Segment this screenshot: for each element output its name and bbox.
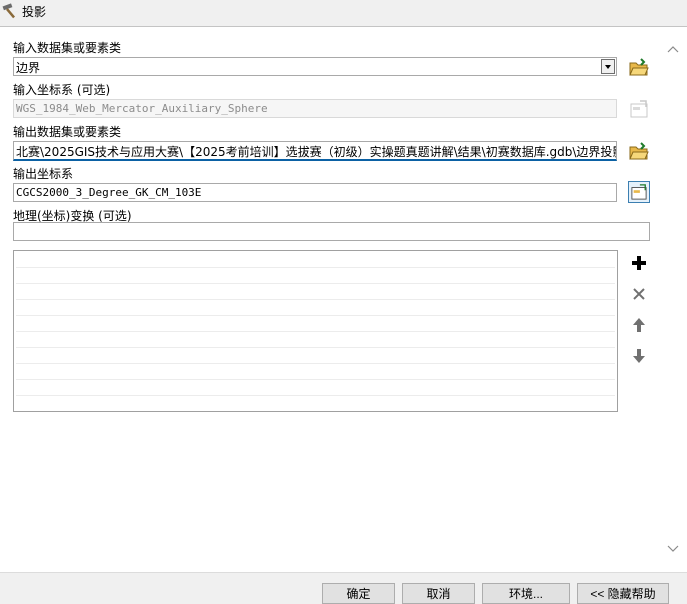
list-row-divider xyxy=(16,379,615,380)
environments-button[interactable]: 环境... xyxy=(482,583,570,604)
title-bar: 投影 xyxy=(0,0,687,27)
list-row-divider xyxy=(16,347,615,348)
vertical-scrollbar[interactable] xyxy=(661,28,687,572)
ok-button[interactable]: 确定 xyxy=(322,583,395,604)
add-transformation-button[interactable] xyxy=(628,252,650,274)
move-up-button[interactable] xyxy=(628,314,650,336)
cancel-button[interactable]: 取消 xyxy=(402,583,475,604)
hammer-icon xyxy=(2,3,16,19)
move-down-button[interactable] xyxy=(628,345,650,367)
browse-output-button[interactable] xyxy=(628,140,650,162)
input-cs-field: WGS_1984_Web_Mercator_Auxiliary_Sphere xyxy=(13,99,617,118)
input-cs-label: 输入坐标系 (可选) xyxy=(13,83,111,97)
output-dataset-field[interactable]: 北赛\2025GIS技术与应用大赛\【2025考前培训】选拔赛（初级）实操题真题… xyxy=(13,141,617,161)
open-folder-icon xyxy=(629,58,649,76)
output-cs-label: 输出坐标系 xyxy=(13,167,74,181)
list-row-divider xyxy=(16,395,615,396)
window-title: 投影 xyxy=(22,5,47,19)
output-cs-field[interactable]: CGCS2000_3_Degree_GK_CM_103E xyxy=(13,183,617,202)
output-cs-properties-button[interactable] xyxy=(628,181,650,203)
scroll-down-icon[interactable] xyxy=(666,544,680,554)
hide-help-button[interactable]: << 隐藏帮助 xyxy=(577,583,669,604)
list-row-divider xyxy=(16,331,615,332)
x-icon xyxy=(633,288,645,300)
scroll-up-icon[interactable] xyxy=(666,44,680,54)
arrow-up-icon xyxy=(633,318,645,332)
browse-input-button[interactable] xyxy=(628,56,650,78)
list-row-divider xyxy=(16,299,615,300)
output-dataset-label: 输出数据集或要素类 xyxy=(13,125,122,139)
spatial-reference-icon xyxy=(631,184,647,200)
input-dataset-value: 边界 xyxy=(16,61,41,75)
list-row-divider xyxy=(16,283,615,284)
open-folder-icon xyxy=(629,142,649,160)
input-cs-properties-button xyxy=(628,98,650,120)
input-cs-value: WGS_1984_Web_Mercator_Auxiliary_Sphere xyxy=(16,102,268,115)
input-dataset-label: 输入数据集或要素类 xyxy=(13,41,122,55)
list-row-divider xyxy=(16,267,615,268)
chevron-down-icon[interactable] xyxy=(601,59,615,74)
output-cs-value: CGCS2000_3_Degree_GK_CM_103E xyxy=(16,186,202,199)
plus-icon xyxy=(632,256,646,270)
input-dataset-combobox[interactable]: 边界 xyxy=(13,57,617,76)
output-dataset-value: 北赛\2025GIS技术与应用大赛\【2025考前培训】选拔赛（初级）实操题真题… xyxy=(16,145,617,159)
transformation-list[interactable] xyxy=(13,250,618,412)
list-row-divider xyxy=(16,315,615,316)
spatial-reference-icon xyxy=(630,100,648,118)
remove-transformation-button[interactable] xyxy=(628,283,650,305)
arrow-down-icon xyxy=(633,349,645,363)
list-row-divider xyxy=(16,363,615,364)
geo-transform-field[interactable] xyxy=(13,222,650,241)
